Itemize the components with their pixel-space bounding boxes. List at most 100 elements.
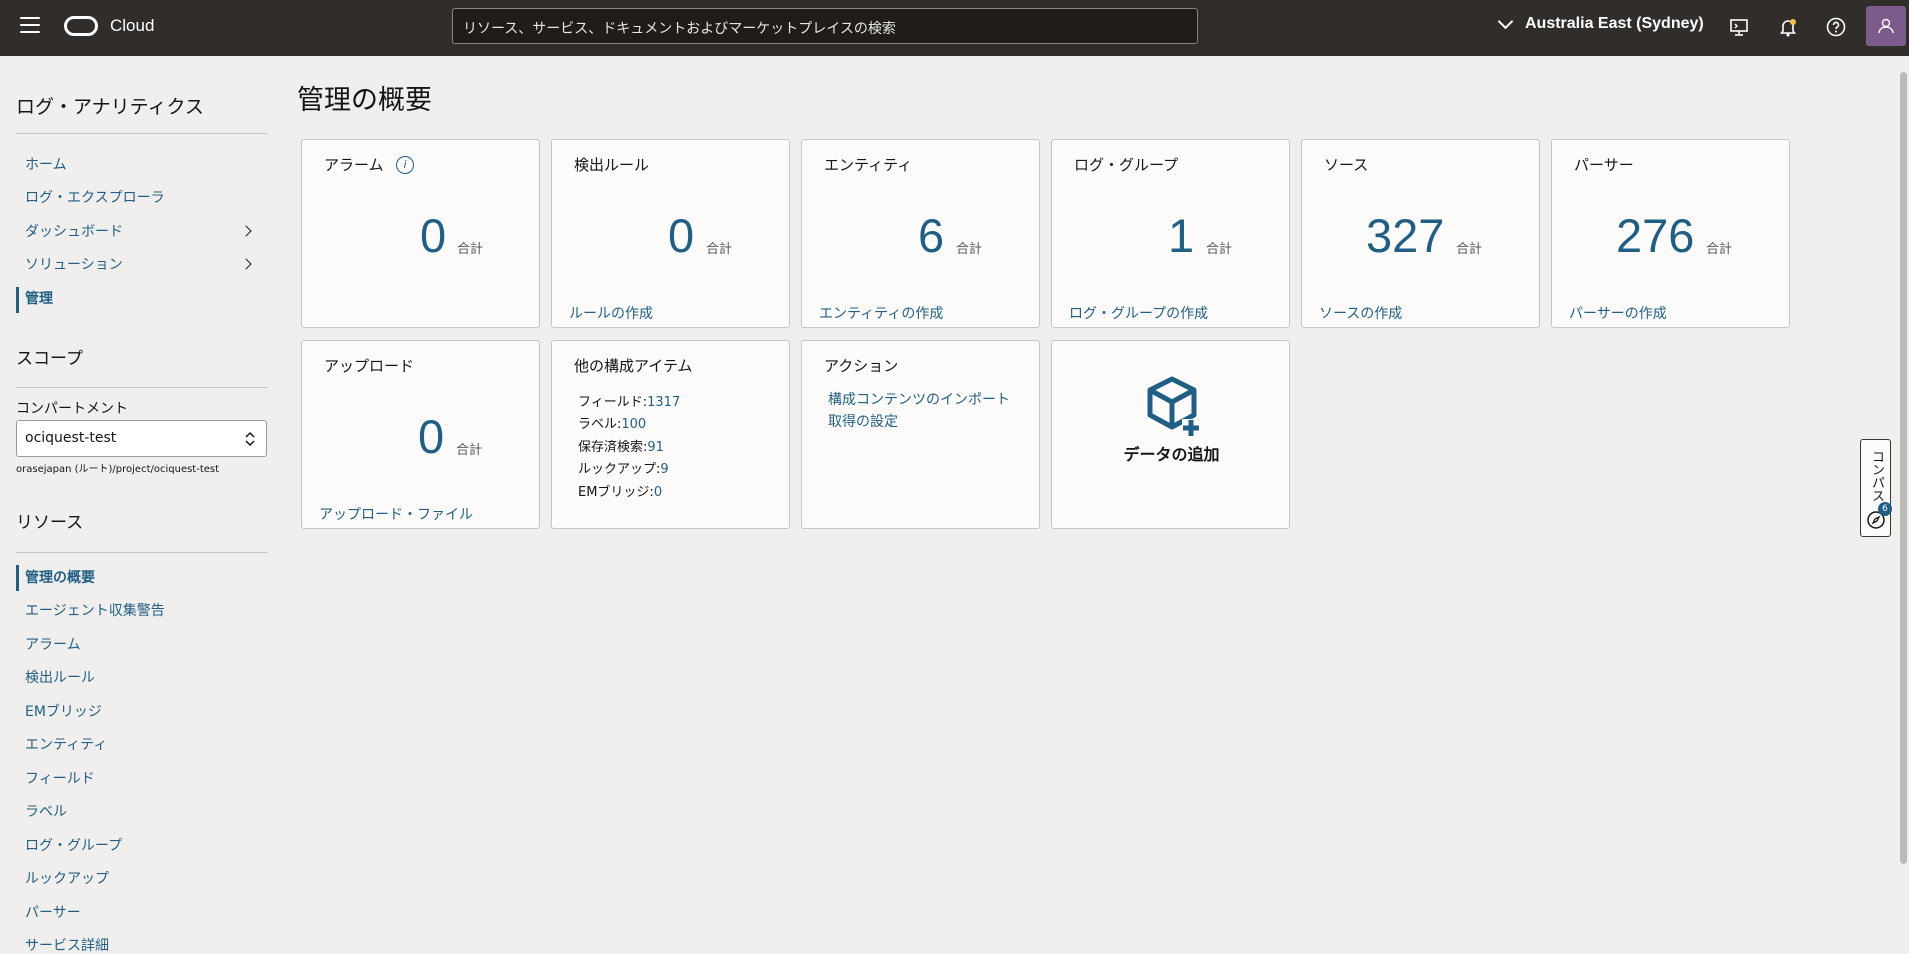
card-log-groups[interactable]: ログ・グループ 1 合計 ログ・グループの作成: [1051, 139, 1290, 328]
scope-heading: スコープ: [16, 349, 83, 369]
resource-alarms[interactable]: アラーム: [25, 634, 81, 654]
create-rule-link[interactable]: ルールの作成: [569, 303, 653, 323]
resource-entities[interactable]: エンティティ: [25, 734, 107, 754]
active-indicator: [16, 287, 19, 313]
create-source-link[interactable]: ソースの作成: [1319, 303, 1402, 323]
resource-fields[interactable]: フィールド: [25, 768, 95, 788]
import-content-link[interactable]: 構成コンテンツのインポート: [828, 389, 1010, 409]
create-log-group-link[interactable]: ログ・グループの作成: [1069, 303, 1208, 323]
user-icon: [1878, 18, 1894, 34]
ingest-settings-link[interactable]: 取得の設定: [828, 411, 898, 431]
card-total-label: 合計: [1456, 242, 1483, 257]
card-title: 他の構成アイテム: [574, 357, 693, 375]
card-value[interactable]: 6: [918, 208, 944, 263]
card-total-label: 合計: [457, 242, 484, 257]
card-total-label: 合計: [456, 443, 483, 458]
nav-dashboards[interactable]: ダッシュボード: [25, 221, 123, 241]
card-title: エンティティ: [824, 156, 913, 174]
brand-label[interactable]: Cloud: [110, 16, 154, 36]
card-parsers[interactable]: パーサー 276 合計 パーサーの作成: [1551, 139, 1790, 328]
card-total-label: 合計: [1206, 242, 1233, 257]
card-value[interactable]: 0: [420, 208, 446, 263]
config-value-link[interactable]: 100: [621, 417, 646, 432]
info-icon[interactable]: i: [396, 156, 414, 174]
resource-parsers[interactable]: パーサー: [25, 902, 81, 922]
divider: [16, 552, 267, 553]
nav-home[interactable]: ホーム: [25, 154, 67, 174]
compass-label: コンパス: [1869, 450, 1884, 502]
notifications-bell-icon[interactable]: [1777, 16, 1799, 38]
card-total-label: 合計: [1706, 242, 1733, 257]
chevron-right-icon[interactable]: [240, 225, 252, 237]
card-value[interactable]: 0: [418, 409, 444, 464]
card-total-label: 合計: [706, 242, 733, 257]
page-scrollbar[interactable]: [1897, 56, 1909, 954]
resource-service-details[interactable]: サービス詳細: [25, 935, 109, 954]
card-add-data[interactable]: データの追加: [1051, 340, 1290, 529]
card-alarms[interactable]: アラーム i 0 合計: [301, 139, 540, 328]
card-title: アラーム: [324, 156, 384, 174]
upload-files-link[interactable]: アップロード・ファイル: [319, 504, 473, 524]
card-value[interactable]: 1: [1168, 208, 1194, 263]
config-value-link[interactable]: 91: [647, 440, 664, 455]
user-avatar[interactable]: [1866, 6, 1906, 46]
cloud-shell-icon[interactable]: [1728, 16, 1750, 38]
top-header: Cloud リソース、サービス、ドキュメントおよびマーケットプレイスの検索 Au…: [0, 0, 1909, 56]
config-item-labels: ラベル:100: [578, 417, 647, 432]
resource-em-bridges[interactable]: EMブリッジ: [25, 701, 102, 721]
card-title: ログ・グループ: [1074, 156, 1179, 174]
card-sources[interactable]: ソース 327 合計 ソースの作成: [1301, 139, 1540, 328]
compartment-select[interactable]: ociquest-test: [16, 420, 267, 457]
config-value-link[interactable]: 1317: [647, 395, 680, 410]
region-selector[interactable]: Australia East (Sydney): [1497, 13, 1704, 33]
card-entities[interactable]: エンティティ 6 合計 エンティティの作成: [801, 139, 1040, 328]
chevron-right-icon[interactable]: [240, 258, 252, 270]
sidebar-title: ログ・アナリティクス: [16, 96, 204, 118]
config-item-em-bridges: EMブリッジ:0: [578, 485, 663, 500]
resource-admin-overview[interactable]: 管理の概要: [25, 567, 95, 587]
create-entity-link[interactable]: エンティティの作成: [819, 303, 943, 323]
add-data-cube-icon: [1147, 376, 1200, 437]
region-label: Australia East (Sydney): [1525, 15, 1704, 32]
config-value-link[interactable]: 0: [654, 485, 662, 500]
compartment-path: orasejapan (ルート)/project/ociquest-test: [16, 464, 220, 475]
config-item-saved-searches: 保存済検索:91: [578, 440, 664, 455]
chevron-down-icon: [1497, 13, 1514, 29]
search-input[interactable]: リソース、サービス、ドキュメントおよびマーケットプレイスの検索: [452, 8, 1198, 44]
card-detection-rules[interactable]: 検出ルール 0 合計 ルールの作成: [551, 139, 790, 328]
compass-panel-tab[interactable]: コンパス 6: [1860, 439, 1892, 537]
card-value[interactable]: 0: [668, 208, 694, 263]
card-title: アップロード: [324, 357, 415, 375]
card-title: ソース: [1324, 156, 1369, 174]
resource-lookups[interactable]: ルックアップ: [25, 868, 109, 888]
compass-badge: 6: [1878, 502, 1892, 516]
nav-administration[interactable]: 管理: [25, 288, 53, 308]
resources-heading: リソース: [16, 513, 84, 533]
nav-solutions[interactable]: ソリューション: [25, 254, 123, 274]
nav-log-explorer[interactable]: ログ・エクスプローラ: [25, 187, 165, 207]
card-title: アクション: [824, 357, 899, 375]
card-uploads[interactable]: アップロード 0 合計 アップロード・ファイル: [301, 340, 540, 529]
oracle-logo[interactable]: [64, 16, 98, 36]
compartment-label: コンパートメント: [16, 401, 128, 417]
card-actions: アクション 構成コンテンツのインポート 取得の設定: [801, 340, 1040, 529]
config-item-fields: フィールド:1317: [578, 395, 681, 410]
divider: [16, 133, 267, 134]
left-sidebar: ログ・アナリティクス ホーム ログ・エクスプローラ ダッシュボード ソリューショ…: [0, 56, 268, 954]
card-other-config-items: 他の構成アイテム フィールド:1317 ラベル:100 保存済検索:91 ルック…: [551, 340, 790, 529]
divider: [16, 387, 267, 388]
config-item-lookups: ルックアップ:9: [578, 462, 669, 477]
menu-icon[interactable]: [20, 17, 40, 35]
card-value[interactable]: 327: [1366, 208, 1444, 263]
page-title: 管理の概要: [297, 85, 432, 116]
card-title: 検出ルール: [574, 156, 650, 174]
scroll-thumb[interactable]: [1900, 72, 1907, 864]
resource-detection-rules[interactable]: 検出ルール: [25, 667, 95, 687]
card-value[interactable]: 276: [1616, 208, 1694, 263]
resource-agent-warnings[interactable]: エージェント収集警告: [25, 600, 165, 620]
help-icon[interactable]: [1825, 16, 1847, 38]
config-value-link[interactable]: 9: [660, 462, 668, 477]
resource-labels[interactable]: ラベル: [25, 801, 67, 821]
resource-log-groups[interactable]: ログ・グループ: [25, 835, 122, 855]
create-parser-link[interactable]: パーサーの作成: [1569, 303, 1667, 323]
